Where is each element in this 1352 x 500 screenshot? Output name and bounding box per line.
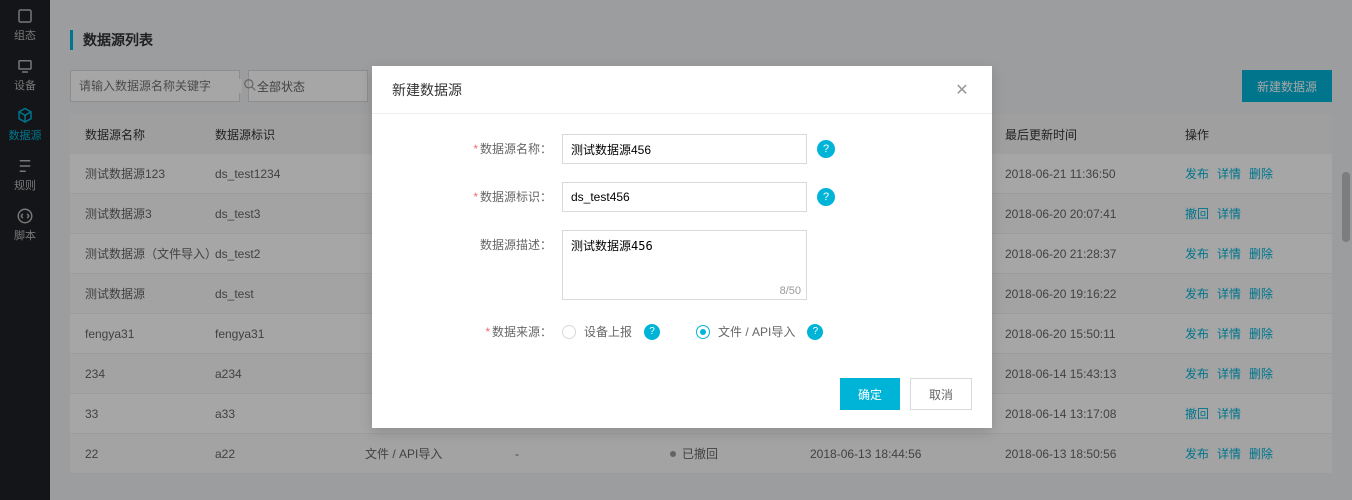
help-ds-name[interactable]: ? bbox=[817, 140, 835, 158]
cancel-button[interactable]: 取消 bbox=[910, 378, 972, 410]
radio-file[interactable] bbox=[696, 325, 710, 339]
form-row-name: *数据源名称： ? bbox=[392, 134, 932, 164]
radio-group-source: 设备上报 ? 文件 / API导入 ? bbox=[562, 317, 823, 340]
help-device[interactable]: ? bbox=[644, 324, 660, 340]
ok-button[interactable]: 确定 bbox=[840, 378, 900, 410]
modal-header: 新建数据源 ✕ bbox=[372, 66, 992, 114]
help-file[interactable]: ? bbox=[807, 324, 823, 340]
label-ds-ident: *数据源标识： bbox=[392, 182, 562, 205]
form-row-desc: 数据源描述： 测试数据源456 8/50 bbox=[392, 230, 932, 299]
label-ds-source: *数据来源： bbox=[392, 317, 562, 340]
form-row-ident: *数据源标识： ? bbox=[392, 182, 932, 212]
radio-device-label: 设备上报 bbox=[584, 323, 632, 340]
help-ds-ident[interactable]: ? bbox=[817, 188, 835, 206]
radio-file-label: 文件 / API导入 bbox=[718, 323, 795, 340]
help-icon: ? bbox=[823, 143, 829, 155]
label-ds-desc: 数据源描述： bbox=[392, 230, 562, 253]
modal-close-button[interactable]: ✕ bbox=[952, 80, 972, 100]
input-ds-ident[interactable] bbox=[562, 182, 807, 212]
modal-footer: 确定 取消 bbox=[372, 368, 992, 428]
input-ds-name[interactable] bbox=[562, 134, 807, 164]
radio-device[interactable] bbox=[562, 325, 576, 339]
help-icon: ? bbox=[823, 191, 829, 203]
modal-body: *数据源名称： ? *数据源标识： ? 数据源描述： 测试数据源456 8/50… bbox=[372, 114, 992, 368]
close-icon: ✕ bbox=[955, 80, 968, 100]
modal-title: 新建数据源 bbox=[392, 80, 462, 100]
new-datasource-modal: 新建数据源 ✕ *数据源名称： ? *数据源标识： ? 数据源描述： 测试数据源… bbox=[372, 66, 992, 428]
char-count: 8/50 bbox=[562, 283, 807, 299]
label-ds-name: *数据源名称： bbox=[392, 134, 562, 157]
form-row-source: *数据来源： 设备上报 ? 文件 / API导入 ? bbox=[392, 317, 932, 340]
